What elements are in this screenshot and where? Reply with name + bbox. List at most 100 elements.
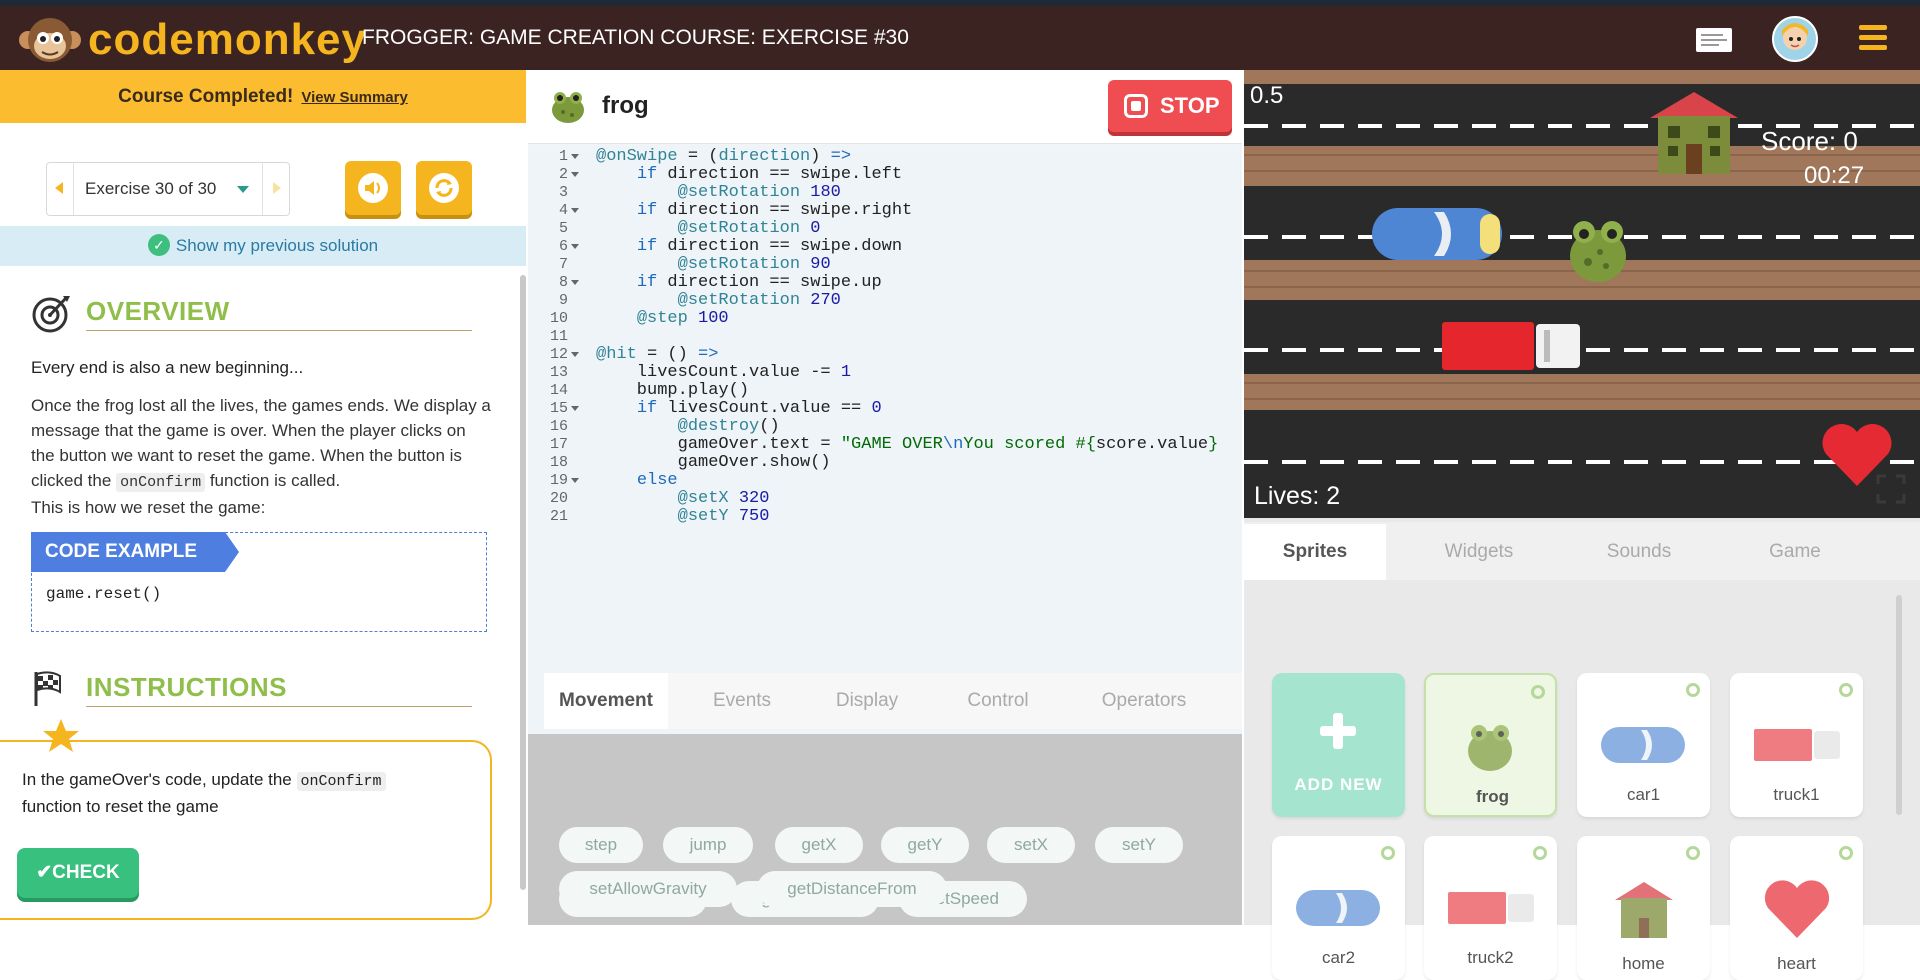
fold-arrow-icon[interactable]	[571, 352, 579, 357]
sprite-card-car2[interactable]: car2	[1272, 836, 1405, 980]
tab-game[interactable]: Game	[1720, 524, 1870, 580]
sprite-card-truck2[interactable]: truck2	[1424, 836, 1557, 980]
block-gety[interactable]: getY	[881, 827, 969, 863]
road-lane	[1244, 300, 1920, 374]
inline-code: onConfirm	[296, 772, 386, 791]
next-exercise-arrow-icon[interactable]	[273, 182, 281, 194]
course-completed-banner: Course Completed! View Summary	[0, 70, 526, 123]
editor-header: frog STOP	[528, 70, 1242, 144]
truck-sprite	[1442, 322, 1580, 370]
sprite-name: frog	[602, 92, 649, 119]
line-number: 15	[549, 400, 568, 417]
block-sety[interactable]: setY	[1095, 827, 1183, 863]
stop-button[interactable]: STOP	[1108, 80, 1232, 132]
sprite-card-truck1[interactable]: truck1	[1730, 673, 1863, 817]
home-thumbnail	[1615, 882, 1673, 938]
block-getx[interactable]: getX	[775, 827, 863, 863]
sprite-name-home: home	[1622, 954, 1665, 973]
block-step[interactable]: step	[559, 827, 643, 863]
tab-movement[interactable]: Movement	[544, 673, 668, 729]
block-jump[interactable]: jump	[663, 827, 753, 863]
gear-icon[interactable]	[1839, 846, 1853, 860]
gear-icon[interactable]	[1531, 685, 1545, 699]
line-number: 12	[549, 346, 568, 363]
sprite-card-heart[interactable]: heart	[1730, 836, 1863, 980]
instruction-paragraph: In the gameOver's code, update the	[22, 770, 292, 789]
tab-sprites[interactable]: Sprites	[1244, 524, 1386, 580]
speaker-icon	[358, 173, 388, 203]
user-avatar[interactable]	[1772, 16, 1818, 67]
tab-sounds[interactable]: Sounds	[1564, 524, 1714, 580]
line-number: 9	[558, 292, 568, 309]
line-number: 7	[558, 256, 568, 273]
speed-readout: 0.5	[1250, 82, 1284, 109]
game-stage[interactable]: 0.5 Score: 0 00:27 Lives: 2	[1244, 70, 1920, 518]
stop-icon	[1124, 94, 1148, 118]
dirt-line	[1244, 382, 1920, 384]
fold-arrow-icon[interactable]	[571, 478, 579, 483]
tab-display[interactable]: Display	[812, 673, 922, 729]
sprite-card-home[interactable]: home	[1577, 836, 1710, 980]
stop-label: STOP	[1160, 93, 1220, 118]
sprite-scrollbar[interactable]	[1896, 595, 1902, 815]
code-editor[interactable]: 1 @onSwipe = (direction) => 2 if directio…	[528, 145, 1242, 749]
sound-button[interactable]	[345, 161, 401, 215]
line-number: 10	[549, 310, 568, 327]
line-number: 17	[549, 436, 568, 453]
gear-icon[interactable]	[1533, 846, 1547, 860]
exercise-selector[interactable]: Exercise 30 of 30	[46, 162, 290, 216]
truck1-thumbnail	[1754, 729, 1840, 761]
gear-icon[interactable]	[1686, 846, 1700, 860]
tab-events[interactable]: Events	[692, 673, 792, 729]
gear-icon[interactable]	[1686, 683, 1700, 697]
code-example-snippet: game.reset()	[46, 585, 162, 603]
line-number: 18	[549, 454, 568, 471]
chevron-down-icon[interactable]	[237, 186, 249, 193]
sprite-card-frog[interactable]: frog	[1424, 673, 1557, 817]
fold-arrow-icon[interactable]	[571, 406, 579, 411]
left-scrollbar[interactable]	[520, 275, 526, 890]
add-new-sprite-button[interactable]: ADD NEW	[1272, 673, 1405, 817]
codemonkey-logo[interactable]: codemonkey	[18, 14, 367, 66]
tab-control[interactable]: Control	[938, 673, 1058, 729]
dirt-line	[1244, 398, 1920, 400]
gear-icon[interactable]	[1839, 683, 1853, 697]
fold-arrow-icon[interactable]	[571, 208, 579, 213]
overview-heading: OVERVIEW	[30, 292, 480, 333]
frog-sprite	[1570, 221, 1626, 282]
tab-operators[interactable]: Operators	[1068, 673, 1220, 729]
fold-arrow-icon[interactable]	[571, 244, 579, 249]
frog-sprite-icon	[552, 92, 584, 123]
add-new-label: ADD NEW	[1294, 775, 1383, 794]
asset-tabs: Sprites Widgets Sounds Game	[1244, 522, 1920, 580]
tab-widgets[interactable]: Widgets	[1404, 524, 1554, 580]
game-panel: 0.5 Score: 0 00:27 Lives: 2 Sprites Widg…	[1244, 70, 1920, 980]
line-number: 19	[549, 472, 568, 489]
prev-exercise-arrow-icon[interactable]	[55, 182, 63, 194]
overview-body: Once the frog lost all the lives, the ga…	[31, 393, 491, 520]
reset-button[interactable]	[416, 161, 472, 215]
fold-arrow-icon[interactable]	[571, 172, 579, 177]
hamburger-menu-icon[interactable]	[1858, 22, 1888, 59]
frog-thumbnail	[1468, 725, 1512, 771]
sprite-card-car1[interactable]: car1	[1577, 673, 1710, 817]
block-getdistancefrom[interactable]: getDistanceFrom	[757, 871, 947, 907]
fold-arrow-icon[interactable]	[571, 154, 579, 159]
block-setx[interactable]: setX	[987, 827, 1075, 863]
sprite-gallery: ADD NEW frog car1 truck1 car2 truck2 hom…	[1244, 580, 1920, 980]
show-previous-solution[interactable]: ✓ Show my previous solution	[0, 226, 526, 266]
block-setallowgravity[interactable]: setAllowGravity	[559, 871, 737, 907]
gear-icon[interactable]	[1381, 846, 1395, 860]
plus-icon	[1320, 713, 1356, 749]
view-summary-link[interactable]: View Summary	[301, 89, 407, 106]
dirt-strip	[1244, 374, 1920, 410]
fold-arrow-icon[interactable]	[571, 280, 579, 285]
check-circle-icon: ✓	[147, 233, 170, 256]
monkey-icon	[19, 18, 81, 62]
line-number: 21	[549, 508, 568, 525]
check-button[interactable]: ✔CHECK	[17, 848, 139, 898]
fullscreen-icon[interactable]	[1876, 474, 1906, 504]
notes-icon[interactable]	[1694, 26, 1734, 59]
dirt-strip	[1244, 70, 1920, 84]
sprite-name-heart: heart	[1777, 954, 1816, 973]
